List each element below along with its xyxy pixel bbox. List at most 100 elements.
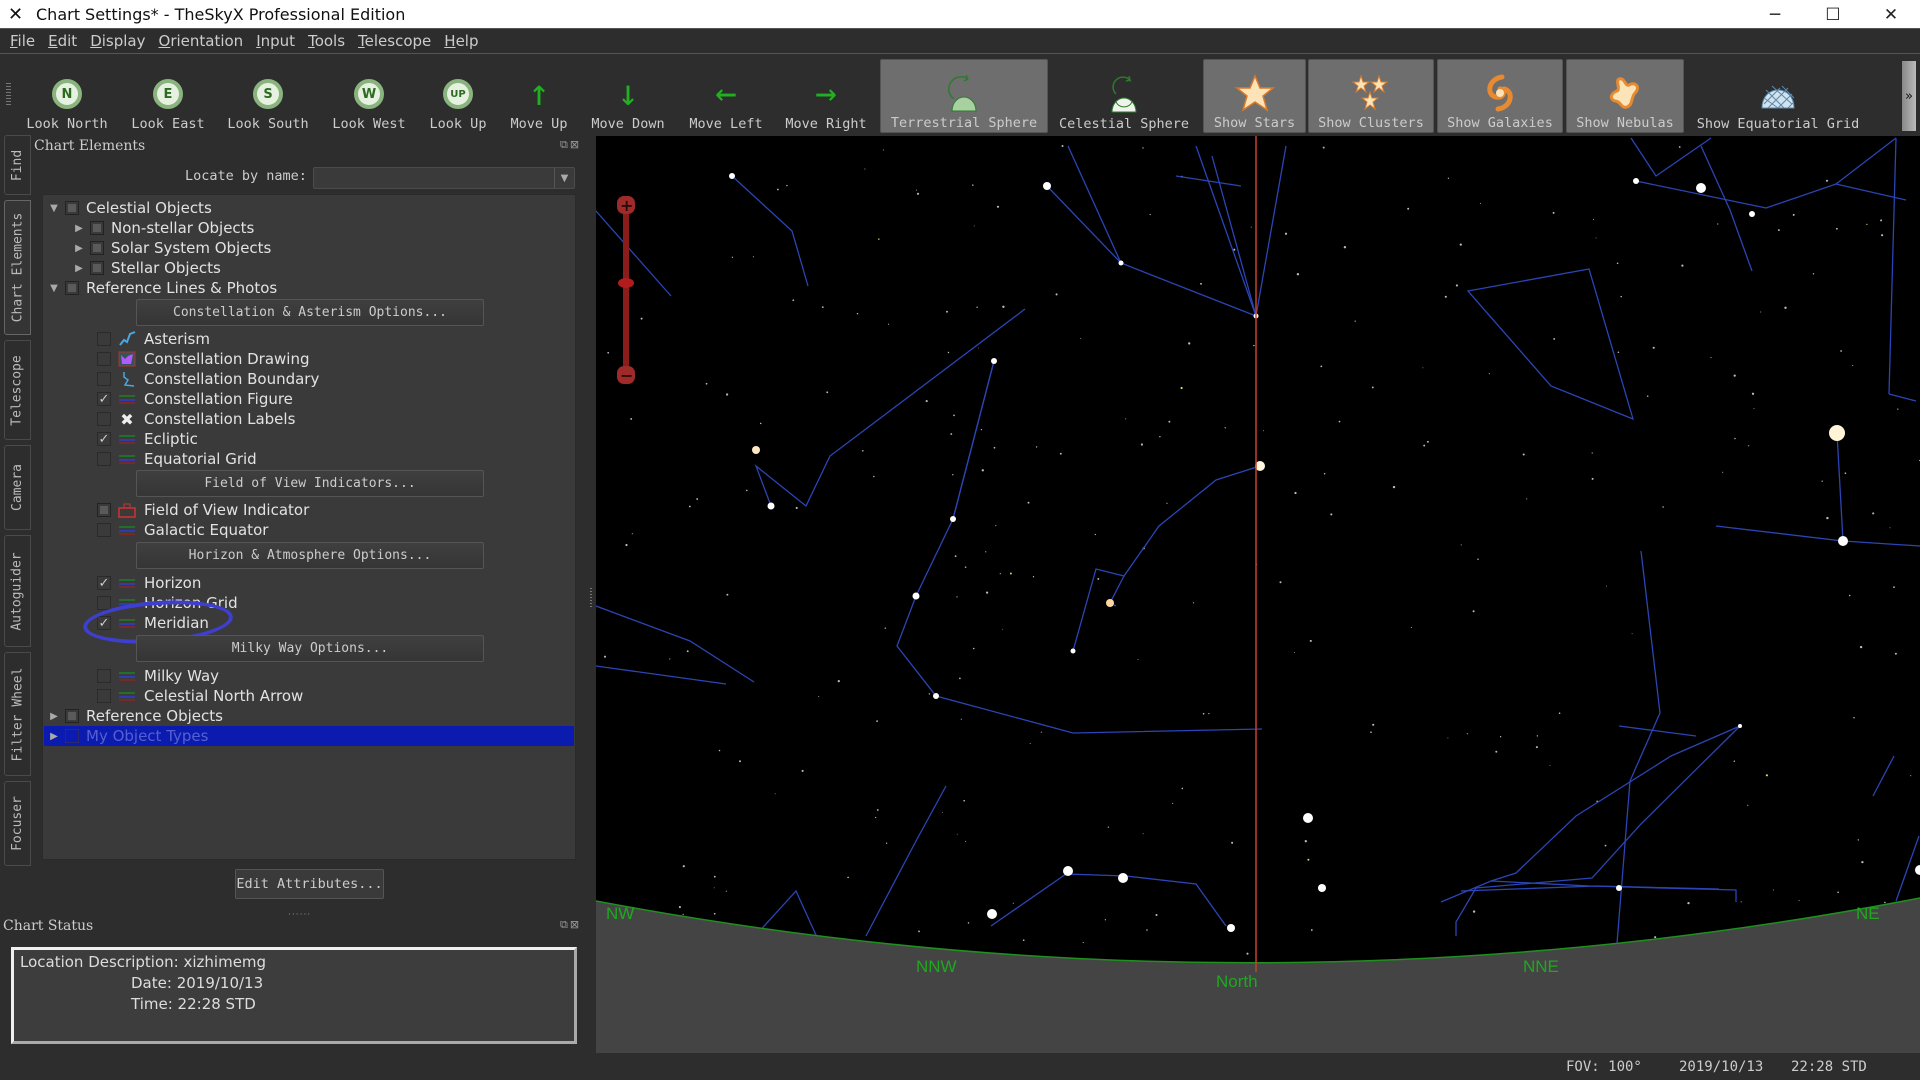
tree-item-solar-system-objects[interactable]: ▶ Solar System Objects bbox=[72, 238, 271, 258]
tab-find[interactable]: Find bbox=[4, 135, 31, 195]
zoom-slider[interactable]: + − bbox=[617, 196, 635, 385]
constellation-options-button[interactable]: Constellation & Asterism Options... bbox=[136, 299, 484, 326]
close-button[interactable]: ✕ bbox=[1862, 0, 1920, 29]
star[interactable] bbox=[1106, 599, 1114, 607]
locate-by-name-combo[interactable]: ▼ bbox=[313, 167, 575, 189]
item-field-of-view-indicator[interactable]: Field of View Indicator bbox=[93, 500, 309, 520]
tree-item-celestial-objects[interactable]: ▼ Celestial Objects bbox=[47, 198, 212, 218]
star[interactable] bbox=[1118, 260, 1124, 266]
menu-input[interactable]: Input bbox=[256, 32, 295, 50]
star[interactable] bbox=[1063, 866, 1073, 876]
menu-edit[interactable]: Edit bbox=[48, 32, 77, 50]
star[interactable] bbox=[987, 909, 997, 919]
checkbox[interactable] bbox=[90, 221, 104, 235]
move-down-button[interactable]: ↓ Move Down bbox=[586, 59, 670, 133]
item-equatorial-grid[interactable]: Equatorial Grid bbox=[93, 449, 257, 469]
tree-item-my-object-types[interactable]: ▶ My Object Types bbox=[44, 726, 574, 746]
look-east-button[interactable]: E Look East bbox=[123, 59, 213, 133]
look-north-button[interactable]: N Look North bbox=[22, 59, 112, 133]
item-constellation-drawing[interactable]: Constellation Drawing bbox=[93, 349, 309, 369]
checkbox[interactable] bbox=[90, 241, 104, 255]
checkbox-checked[interactable] bbox=[97, 392, 111, 406]
checkbox-checked[interactable] bbox=[97, 576, 111, 590]
star[interactable] bbox=[1915, 865, 1920, 875]
checkbox-checked[interactable] bbox=[97, 432, 111, 446]
tab-focuser[interactable]: Focuser bbox=[4, 781, 31, 866]
maximize-button[interactable]: ☐ bbox=[1804, 0, 1862, 29]
star[interactable] bbox=[1616, 885, 1622, 891]
item-asterism[interactable]: Asterism bbox=[93, 329, 210, 349]
checkbox[interactable] bbox=[97, 372, 111, 386]
item-constellation-boundary[interactable]: Constellation Boundary bbox=[93, 369, 319, 389]
show-nebulas-button[interactable]: Show Nebulas bbox=[1566, 59, 1684, 133]
move-up-button[interactable]: ↑ Move Up bbox=[503, 59, 575, 133]
star[interactable] bbox=[1118, 873, 1128, 883]
item-milky-way[interactable]: Milky Way bbox=[93, 666, 219, 686]
star[interactable] bbox=[1227, 924, 1235, 932]
move-left-button[interactable]: ← Move Left bbox=[683, 59, 769, 133]
star[interactable] bbox=[950, 516, 956, 522]
fov-indicators-button[interactable]: Field of View Indicators... bbox=[136, 470, 484, 497]
tab-camera[interactable]: Camera bbox=[4, 445, 31, 530]
tab-filter-wheel[interactable]: Filter Wheel bbox=[4, 652, 31, 776]
chevron-down-icon[interactable]: ▼ bbox=[554, 168, 574, 188]
checkbox[interactable] bbox=[97, 412, 111, 426]
star[interactable] bbox=[933, 693, 939, 699]
star[interactable] bbox=[1318, 884, 1326, 892]
close-panel-icon[interactable]: ⊠ bbox=[570, 138, 581, 151]
edit-attributes-button[interactable]: Edit Attributes... bbox=[235, 869, 384, 899]
checkbox[interactable] bbox=[97, 503, 111, 517]
toolbar-overflow-button[interactable]: » bbox=[1902, 61, 1916, 131]
checkbox[interactable] bbox=[65, 201, 79, 215]
expand-arrow-icon[interactable]: ▶ bbox=[72, 243, 86, 254]
star[interactable] bbox=[767, 502, 775, 510]
terrestrial-sphere-button[interactable]: Terrestrial Sphere bbox=[880, 59, 1048, 133]
expand-arrow-icon[interactable]: ▶ bbox=[72, 223, 86, 234]
tree-item-non-stellar-objects[interactable]: ▶ Non-stellar Objects bbox=[72, 218, 254, 238]
checkbox[interactable] bbox=[97, 523, 111, 537]
tree-item-stellar-objects[interactable]: ▶ Stellar Objects bbox=[72, 258, 221, 278]
item-constellation-figure[interactable]: Constellation Figure bbox=[93, 389, 293, 409]
move-right-button[interactable]: → Move Right bbox=[780, 59, 872, 133]
look-south-button[interactable]: S Look South bbox=[222, 59, 314, 133]
tab-chart-elements[interactable]: Chart Elements bbox=[4, 200, 31, 335]
item-constellation-labels[interactable]: ✖ Constellation Labels bbox=[93, 409, 295, 429]
item-horizon[interactable]: Horizon bbox=[93, 573, 201, 593]
star[interactable] bbox=[1043, 182, 1051, 190]
star[interactable] bbox=[1303, 813, 1313, 823]
star[interactable] bbox=[991, 358, 997, 364]
expand-arrow-icon[interactable]: ▶ bbox=[47, 711, 61, 722]
menu-tools[interactable]: Tools bbox=[308, 32, 345, 50]
show-equatorial-grid-button[interactable]: Show Equatorial Grid bbox=[1690, 59, 1866, 133]
expand-arrow-icon[interactable]: ▶ bbox=[47, 731, 61, 742]
checkbox[interactable] bbox=[97, 669, 111, 683]
tree-item-reference-objects[interactable]: ▶ Reference Objects bbox=[47, 706, 223, 726]
expand-arrow-icon[interactable]: ▶ bbox=[72, 263, 86, 274]
star[interactable] bbox=[1696, 183, 1706, 193]
checkbox[interactable] bbox=[97, 332, 111, 346]
tree-item-reference-lines-photos[interactable]: ▼ Reference Lines & Photos bbox=[47, 278, 277, 298]
show-stars-button[interactable]: Show Stars bbox=[1203, 59, 1306, 133]
checkbox[interactable] bbox=[65, 281, 79, 295]
tab-autoguider[interactable]: Autoguider bbox=[4, 535, 31, 647]
star[interactable] bbox=[729, 173, 735, 179]
star[interactable] bbox=[1633, 178, 1639, 184]
expand-arrow-icon[interactable]: ▼ bbox=[47, 203, 61, 214]
checkbox[interactable] bbox=[65, 729, 79, 743]
checkbox[interactable] bbox=[97, 452, 111, 466]
show-clusters-button[interactable]: Show Clusters bbox=[1308, 59, 1434, 133]
menu-help[interactable]: Help bbox=[444, 32, 478, 50]
checkbox[interactable] bbox=[90, 261, 104, 275]
checkbox[interactable] bbox=[97, 596, 111, 610]
star[interactable] bbox=[1749, 211, 1755, 217]
panel-splitter-handle[interactable]: ······ bbox=[288, 910, 311, 920]
checkbox[interactable] bbox=[65, 709, 79, 723]
star[interactable] bbox=[1738, 724, 1742, 728]
menu-display[interactable]: Display bbox=[90, 32, 145, 50]
sky-chart[interactable]: NW NNW North NNE NE + − bbox=[596, 136, 1920, 1056]
minimize-button[interactable]: ─ bbox=[1746, 0, 1804, 29]
close-panel-icon[interactable]: ⊠ bbox=[570, 918, 581, 931]
celestial-sphere-button[interactable]: Celestial Sphere bbox=[1054, 59, 1194, 133]
item-celestial-north-arrow[interactable]: Celestial North Arrow bbox=[93, 686, 303, 706]
zoom-slider-handle[interactable] bbox=[618, 278, 634, 288]
